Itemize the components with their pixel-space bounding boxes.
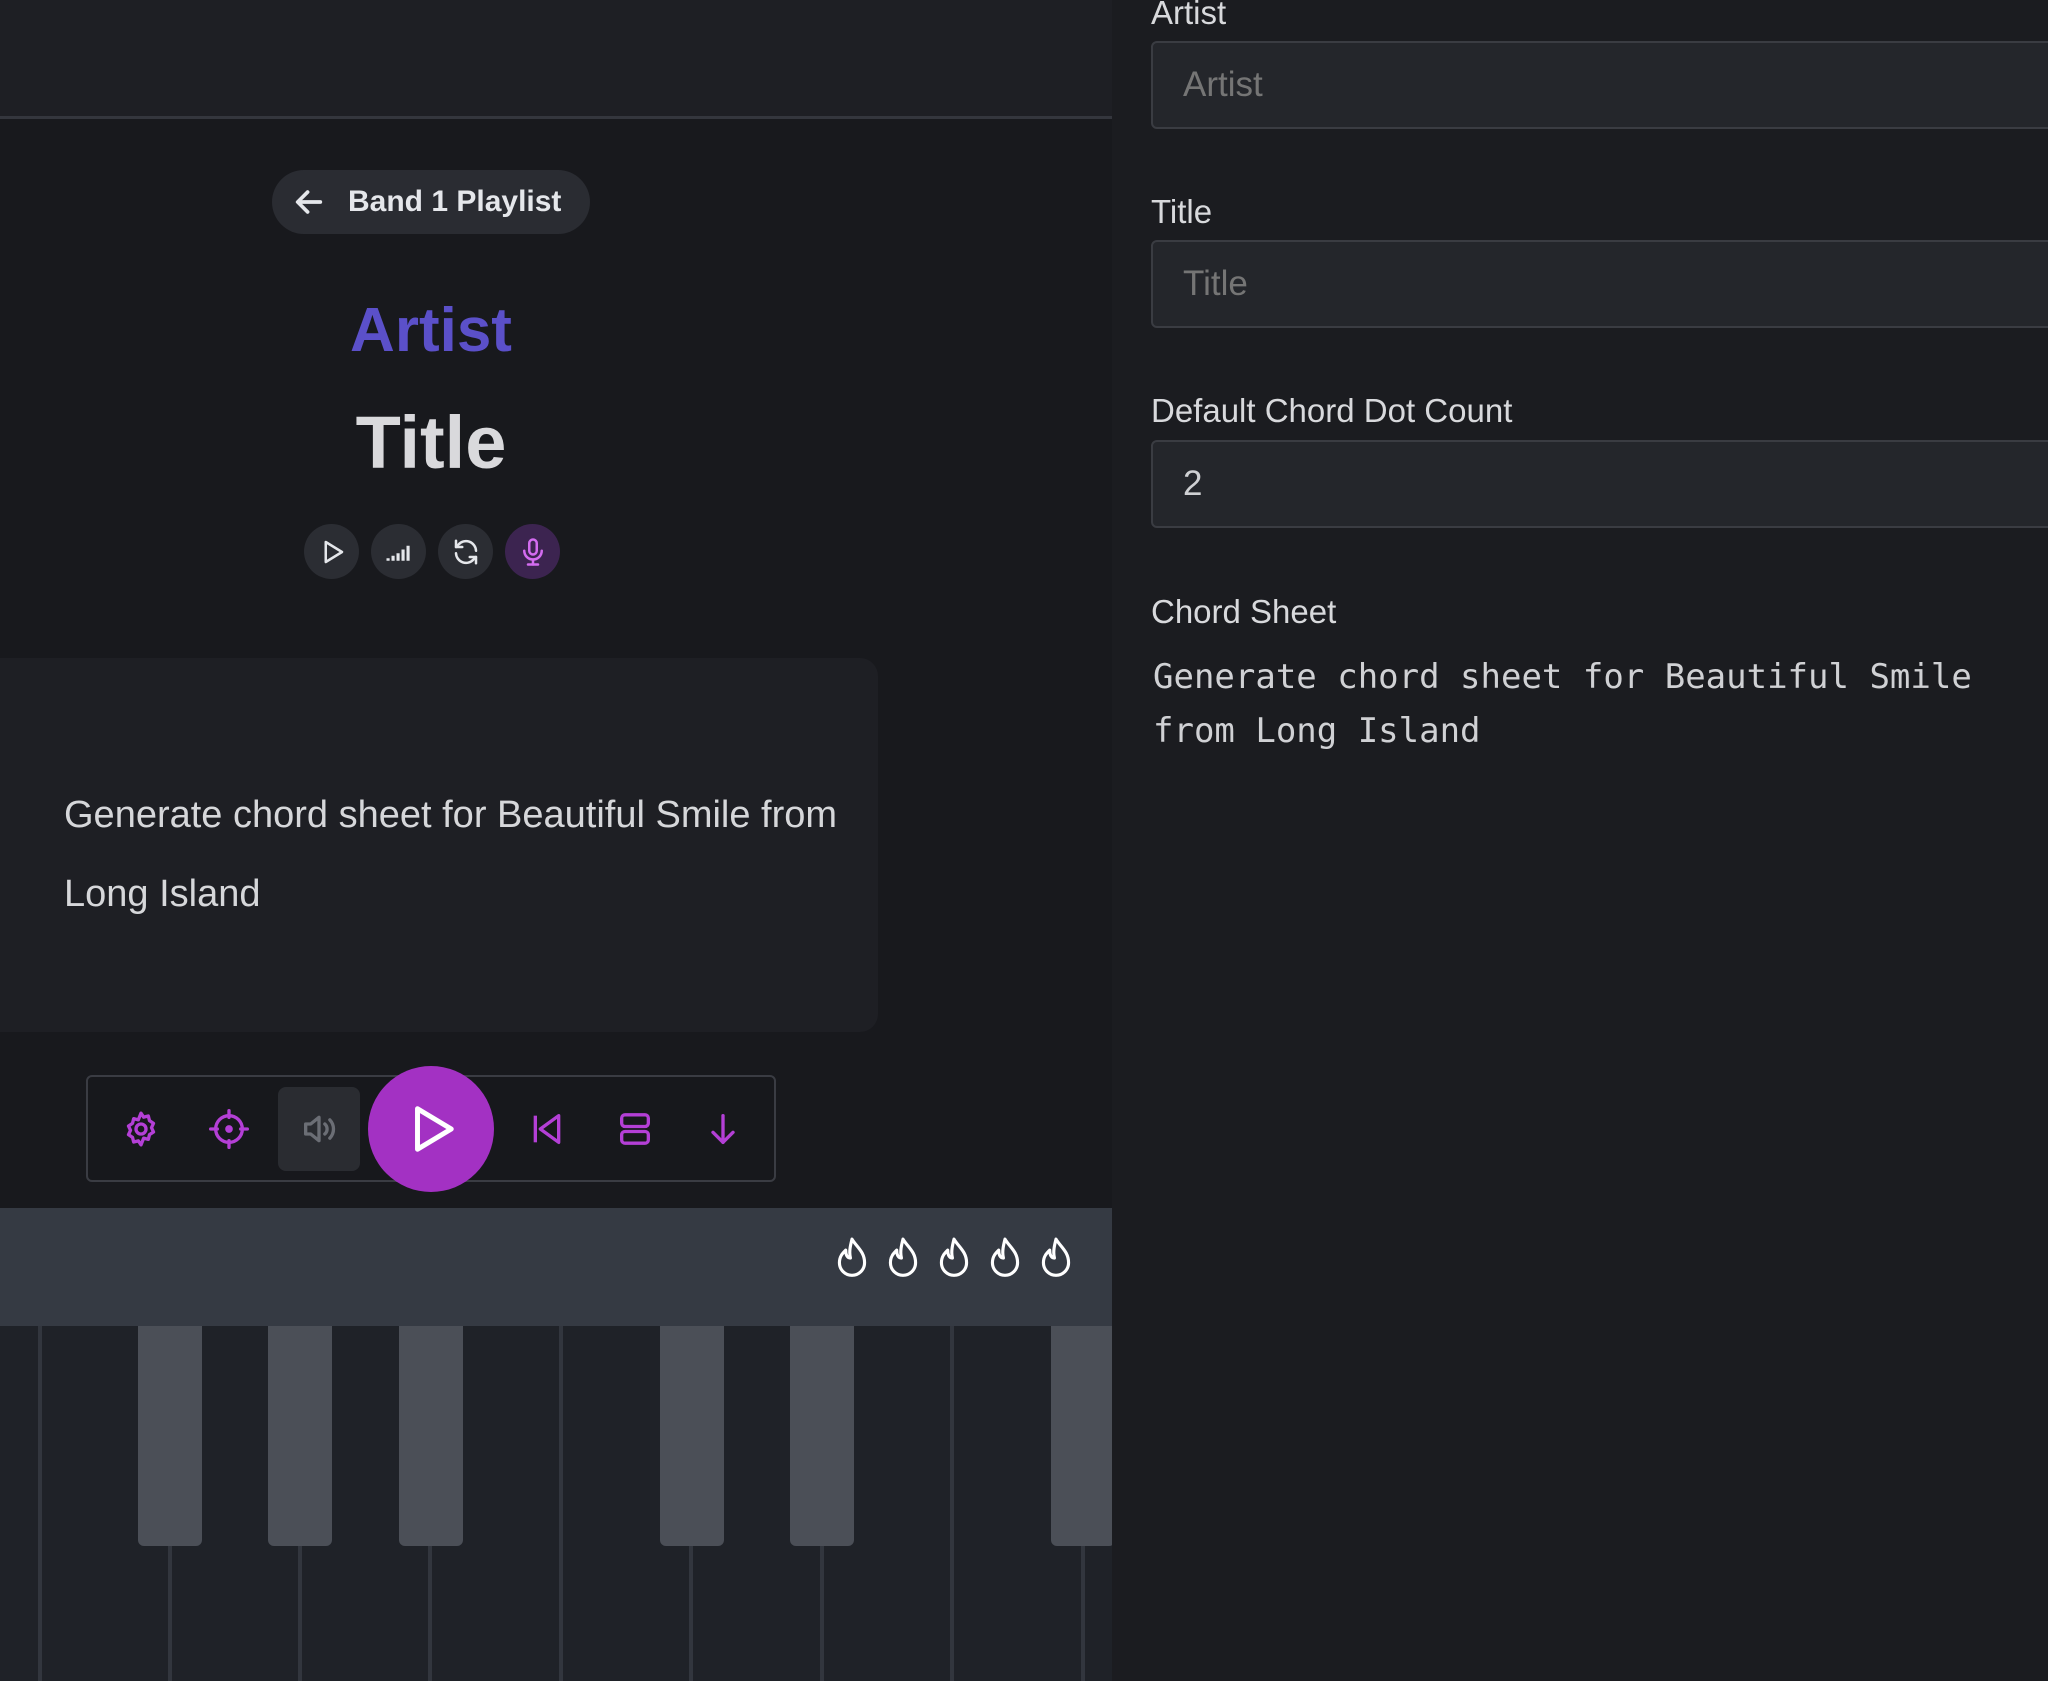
flame-icon [837, 1237, 867, 1277]
chord-sheet-preview-card: Generate chord sheet for Beautiful Smile… [0, 658, 878, 1032]
song-editor-form: Artist Title Default Chord Dot Count Cho… [1112, 0, 2048, 1681]
skip-back-button[interactable] [506, 1087, 588, 1171]
artist-field-label: Artist [1151, 0, 1227, 31]
crosshair-icon [209, 1109, 249, 1149]
title-field-label: Title [1151, 193, 1213, 230]
back-to-playlist-button[interactable]: Band 1 Playlist [272, 170, 590, 234]
black-key[interactable] [1051, 1326, 1112, 1546]
dot-count-field-label: Default Chord Dot Count [1151, 392, 1513, 429]
flame-icon [888, 1237, 918, 1277]
play-icon [324, 540, 343, 563]
main-play-button[interactable] [368, 1066, 494, 1192]
top-bar [0, 0, 1112, 119]
microphone-button[interactable] [505, 524, 560, 579]
play-icon [415, 1106, 454, 1152]
white-key-divider [559, 1326, 563, 1681]
layout-button[interactable] [594, 1087, 676, 1171]
volume-icon [304, 1115, 336, 1143]
song-view-panel: Band 1 Playlist Artist Title Generate ch… [0, 0, 1112, 1681]
piano-keyboard[interactable] [0, 1326, 1112, 1681]
microphone-icon [522, 537, 543, 566]
black-key[interactable] [660, 1326, 724, 1546]
flame-icon [990, 1237, 1020, 1277]
refresh-icon [454, 539, 477, 564]
scroll-down-button[interactable] [682, 1087, 764, 1171]
white-key-divider [950, 1326, 954, 1681]
back-button-label: Band 1 Playlist [348, 185, 562, 218]
equalizer-button[interactable] [371, 524, 426, 579]
arrow-left-icon [295, 190, 323, 214]
artist-input[interactable] [1151, 41, 2048, 129]
white-key-divider [38, 1326, 42, 1681]
flame-icon [1041, 1237, 1071, 1277]
black-key[interactable] [399, 1326, 463, 1546]
refresh-button[interactable] [438, 524, 493, 579]
skip-back-icon [533, 1114, 561, 1144]
preview-play-button[interactable] [304, 524, 359, 579]
song-artist-heading: Artist [350, 296, 512, 365]
equalizer-icon [386, 545, 410, 561]
arrow-down-icon [711, 1114, 735, 1144]
chord-sheet-preview-text: Generate chord sheet for Beautiful Smile… [64, 794, 838, 915]
settings-gear-icon [126, 1111, 156, 1147]
layout-rows-icon [620, 1113, 650, 1145]
settings-button[interactable] [100, 1087, 182, 1171]
song-title-heading: Title [355, 401, 507, 484]
dot-count-input[interactable] [1151, 440, 2048, 528]
chord-sheet-editor[interactable]: Generate chord sheet for Beautiful Smile… [1153, 650, 2033, 758]
volume-button[interactable] [278, 1087, 360, 1171]
song-quick-actions [304, 524, 560, 579]
black-key[interactable] [790, 1326, 854, 1546]
flame-icon [939, 1237, 969, 1277]
black-key[interactable] [268, 1326, 332, 1546]
focus-button[interactable] [188, 1087, 270, 1171]
difficulty-flames [836, 1236, 1072, 1280]
title-input[interactable] [1151, 240, 2048, 328]
black-key[interactable] [138, 1326, 202, 1546]
chord-sheet-field-label: Chord Sheet [1151, 593, 1337, 630]
